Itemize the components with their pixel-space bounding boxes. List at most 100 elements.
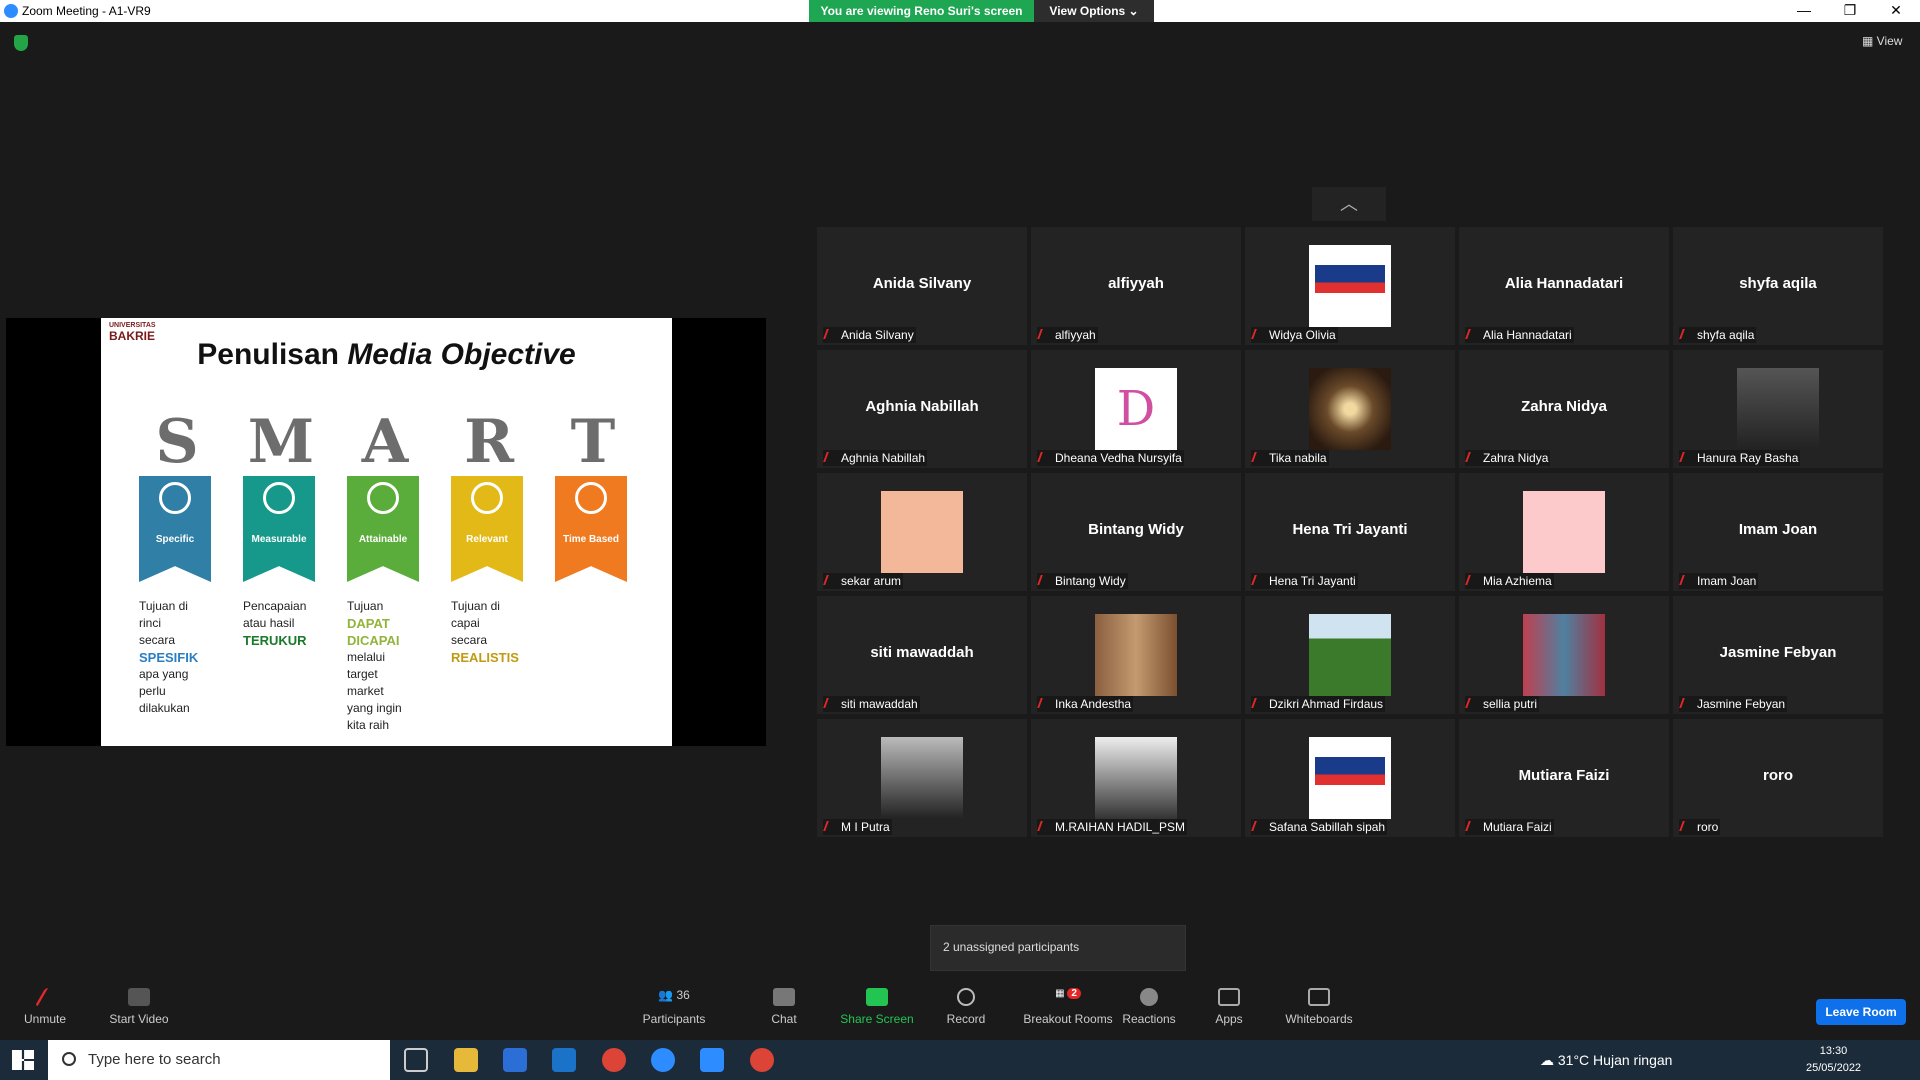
desc-line: atau hasil	[243, 616, 295, 630]
participant-tile[interactable]: Tika nabila	[1245, 350, 1455, 468]
participants-button[interactable]: 👥 36 Participants	[629, 988, 719, 1026]
participant-tile[interactable]: sekar arum	[817, 473, 1027, 591]
task-view-icon[interactable]	[404, 1048, 428, 1072]
participant-tile[interactable]: Dzikri Ahmad Firdaus	[1245, 596, 1455, 714]
taskbar-search[interactable]: Type here to search	[48, 1040, 390, 1080]
desc-line: dilakukan	[139, 701, 190, 715]
smart-letter: M	[247, 407, 315, 477]
whiteboards-button[interactable]: Whiteboards	[1274, 988, 1364, 1026]
participant-tile[interactable]: Widya Olivia	[1245, 227, 1455, 345]
smart-banner: Relevant	[451, 476, 523, 582]
share-screen-label: Share Screen	[840, 1012, 914, 1026]
weather-text[interactable]: 31°C Hujan ringan	[1558, 1052, 1673, 1068]
minimize-button[interactable]: —	[1781, 0, 1827, 22]
chat-button[interactable]: Chat	[739, 988, 829, 1026]
participant-tile[interactable]: Imam Joan Imam Joan	[1673, 473, 1883, 591]
date: 25/05/2022	[1806, 1062, 1862, 1074]
participant-label-text: roro	[1697, 820, 1719, 834]
desc-line: Tujuan	[347, 599, 384, 613]
desc-line: Tujuan di	[139, 599, 188, 613]
participant-tile[interactable]: Alia Hannadatari Alia Hannadatari	[1459, 227, 1669, 345]
participant-tile[interactable]: Inka Andestha	[1031, 596, 1241, 714]
smiley-icon	[1140, 988, 1158, 1006]
participants-icon: 👥 36	[658, 988, 690, 1002]
maximize-button[interactable]: ❐	[1827, 0, 1873, 22]
participant-tile[interactable]: M I Putra	[817, 719, 1027, 837]
participant-name-center: Hena Tri Jayanti	[1292, 521, 1408, 538]
close-button[interactable]: ✕	[1873, 0, 1919, 22]
viewing-banner: You are viewing Reno Suri's screen	[809, 0, 1034, 22]
participant-label-text: siti mawaddah	[841, 697, 918, 711]
banner-icon	[263, 482, 295, 514]
teamviewer-icon[interactable]	[651, 1048, 675, 1072]
share-screen-button[interactable]: Share Screen	[832, 988, 922, 1026]
chrome-icon[interactable]	[602, 1048, 626, 1072]
smart-description: Tujuan di rinci secara SPESIFIK apa yang perl…	[139, 598, 215, 717]
mic-muted-icon	[1679, 821, 1693, 831]
participant-tile[interactable]: Mutiara Faizi Mutiara Faizi	[1459, 719, 1669, 837]
smart-column: T Time Based	[555, 412, 631, 598]
zoom-taskbar-icon[interactable]	[700, 1048, 724, 1072]
desc-line: Tujuan di	[451, 599, 500, 613]
start-video-button[interactable]: Start Video	[94, 988, 184, 1026]
participant-tile[interactable]: M.RAIHAN HADIL_PSM	[1031, 719, 1241, 837]
participant-tile[interactable]: Hanura Ray Basha	[1673, 350, 1883, 468]
view-button[interactable]: ▦ View	[1862, 34, 1902, 48]
participant-tile[interactable]: Bintang Widy Bintang Widy	[1031, 473, 1241, 591]
participant-tile[interactable]: Safana Sabillah sipah	[1245, 719, 1455, 837]
participant-tile[interactable]: Mia Azhiema	[1459, 473, 1669, 591]
participant-label: Hena Tri Jayanti	[1251, 573, 1358, 589]
breakout-label: Breakout Rooms	[1023, 1012, 1113, 1026]
slide-title: Penulisan Media Objective	[101, 338, 672, 372]
time: 13:30	[1819, 1045, 1848, 1057]
chrome-profile-icon[interactable]	[750, 1048, 774, 1072]
file-explorer-icon[interactable]	[454, 1048, 478, 1072]
apps-button[interactable]: Apps	[1184, 988, 1274, 1026]
participant-label-text: Aghnia Nabillah	[841, 451, 926, 465]
participant-tile[interactable]: roro roro	[1673, 719, 1883, 837]
whiteboards-label: Whiteboards	[1285, 1012, 1353, 1026]
mic-muted-icon	[1037, 329, 1051, 339]
participant-label: Safana Sabillah sipah	[1251, 819, 1388, 835]
scroll-up-button[interactable]: ︿	[1312, 187, 1386, 221]
view-options-button[interactable]: View Options ⌄	[1034, 0, 1154, 22]
participant-tile[interactable]: Anida Silvany Anida Silvany	[817, 227, 1027, 345]
participant-tile[interactable]: Hena Tri Jayanti Hena Tri Jayanti	[1245, 473, 1455, 591]
leave-room-button[interactable]: Leave Room	[1816, 999, 1906, 1025]
participant-label: Alia Hannadatari	[1465, 327, 1574, 343]
participant-tile[interactable]: alfiyyah alfiyyah	[1031, 227, 1241, 345]
smart-letter: T	[570, 407, 616, 477]
participant-label-text: shyfa aqila	[1697, 328, 1755, 342]
smart-banner: Specific	[139, 476, 211, 582]
mail-icon[interactable]	[552, 1048, 576, 1072]
participant-name-center: Imam Joan	[1738, 521, 1818, 538]
clock[interactable]: 13:30 25/05/2022	[1806, 1043, 1861, 1077]
mic-muted-icon	[1037, 698, 1051, 708]
mic-muted-icon	[1465, 452, 1479, 462]
mic-muted-icon	[1251, 575, 1265, 585]
participant-label-text: Widya Olivia	[1269, 328, 1336, 342]
mic-muted-icon	[1251, 452, 1265, 462]
store-icon[interactable]	[503, 1048, 527, 1072]
participant-tile[interactable]: siti mawaddah siti mawaddah	[817, 596, 1027, 714]
banner-label: Specific	[155, 534, 195, 545]
participant-label: shyfa aqila	[1679, 327, 1757, 343]
banner-icon	[575, 482, 607, 514]
participant-tile[interactable]: D Dheana Vedha Nursyifa	[1031, 350, 1241, 468]
participant-label-text: Imam Joan	[1697, 574, 1757, 588]
windows-start-icon[interactable]	[12, 1050, 34, 1070]
participant-tile[interactable]: sellia putri	[1459, 596, 1669, 714]
participant-tile[interactable]: Aghnia Nabillah Aghnia Nabillah	[817, 350, 1027, 468]
smart-letter: R	[464, 407, 514, 477]
participant-tile[interactable]: shyfa aqila shyfa aqila	[1673, 227, 1883, 345]
record-button[interactable]: Record	[921, 988, 1011, 1026]
desc-keyword: DAPAT DICAPAI	[347, 616, 400, 648]
participant-name-center: Bintang Widy	[1088, 521, 1184, 538]
participant-tile[interactable]: Jasmine Febyan Jasmine Febyan	[1673, 596, 1883, 714]
unmute-button[interactable]: Unmute	[0, 988, 90, 1026]
participant-tile[interactable]: Zahra Nidya Zahra Nidya	[1459, 350, 1669, 468]
reactions-button[interactable]: Reactions	[1104, 988, 1194, 1026]
participant-label-text: Dzikri Ahmad Firdaus	[1269, 697, 1384, 711]
participants-label: Participants	[642, 1012, 706, 1026]
security-shield-icon[interactable]	[14, 35, 28, 51]
